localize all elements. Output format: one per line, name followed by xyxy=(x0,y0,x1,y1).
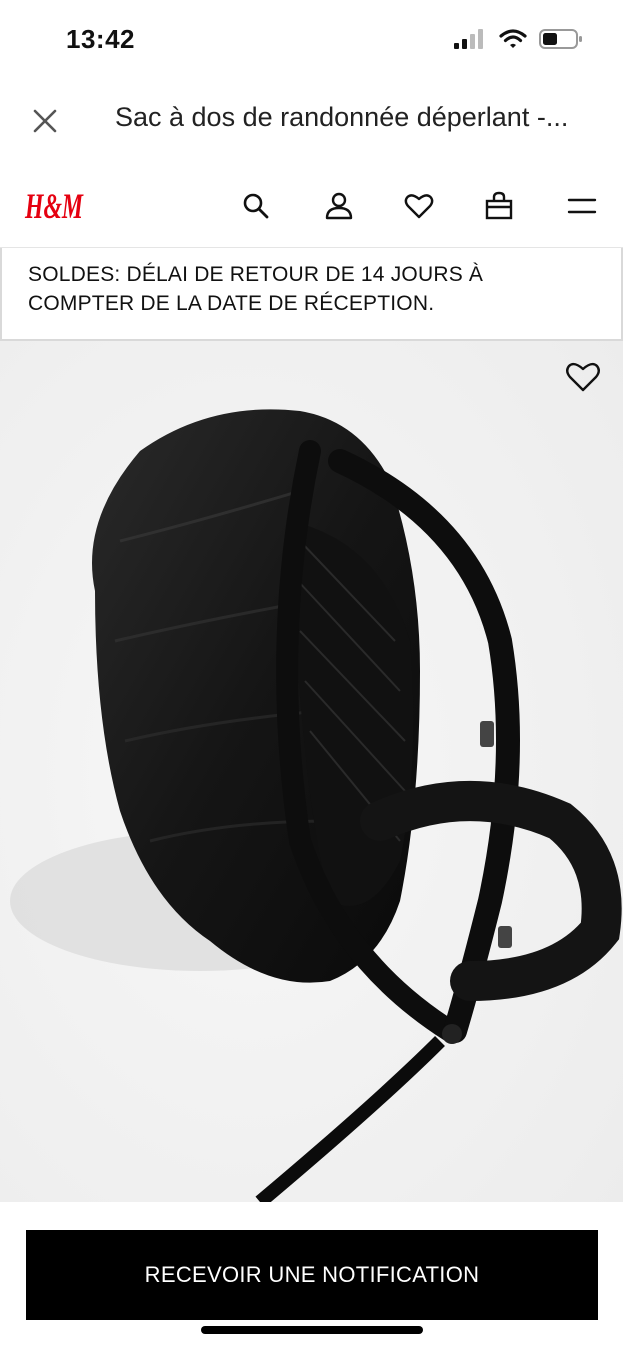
bag-icon[interactable] xyxy=(484,191,514,221)
heart-icon[interactable] xyxy=(404,192,434,220)
favorite-button[interactable] xyxy=(565,361,601,397)
sale-banner[interactable]: SOLDES: DÉLAI DE RETOUR DE 14 JOURS À CO… xyxy=(0,248,623,341)
page: 13:42 Sac à dos de randonnée déperlant -… xyxy=(0,0,623,1350)
browser-header: Sac à dos de randonnée déperlant -... xyxy=(0,82,623,160)
site-nav: H&M xyxy=(0,160,623,248)
signal-icon xyxy=(453,28,487,55)
banner-text: SOLDES: DÉLAI DE RETOUR DE 14 JOURS À CO… xyxy=(28,263,484,315)
page-title: Sac à dos de randonnée déperlant -... xyxy=(115,102,569,132)
wifi-icon xyxy=(499,28,527,55)
search-icon[interactable] xyxy=(242,192,270,220)
notify-button[interactable]: RECEVOIR UNE NOTIFICATION xyxy=(26,1230,598,1320)
search-button[interactable] xyxy=(240,190,272,222)
menu-icon[interactable] xyxy=(567,194,597,218)
favorites-button[interactable] xyxy=(403,190,435,222)
backpack-image xyxy=(0,341,623,1202)
account-button[interactable] xyxy=(323,190,355,222)
menu-button[interactable] xyxy=(566,190,598,222)
hm-logo[interactable]: H&M xyxy=(24,182,86,233)
user-icon[interactable] xyxy=(324,191,354,221)
close-icon[interactable] xyxy=(32,108,58,134)
product-image[interactable] xyxy=(0,341,623,1202)
status-time: 13:42 xyxy=(66,24,135,54)
cart-button[interactable] xyxy=(483,190,515,222)
status-icons xyxy=(453,28,583,55)
logo-text: H&M xyxy=(24,186,84,226)
close-button[interactable] xyxy=(28,104,62,138)
battery-icon xyxy=(539,28,583,55)
heart-outline-icon[interactable] xyxy=(565,361,601,393)
home-indicator[interactable] xyxy=(201,1326,423,1334)
status-bar: 13:42 xyxy=(0,0,623,82)
